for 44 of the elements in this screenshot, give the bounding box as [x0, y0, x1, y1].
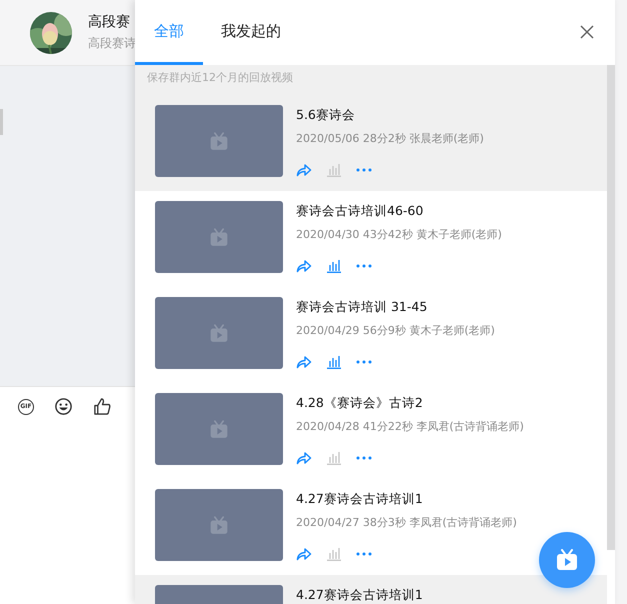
video-meta: 2020/05/06 28分2秒 张晨老师(老师)	[296, 131, 484, 146]
tv-icon	[209, 324, 229, 342]
video-thumbnail[interactable]	[155, 489, 283, 561]
video-item[interactable]: 4.28《赛诗会》古诗2 2020/04/28 41分22秒 李凤君(古诗背诵老师)	[135, 383, 607, 479]
scrollbar[interactable]	[607, 65, 615, 550]
bar-chart-icon[interactable]	[326, 355, 342, 369]
close-icon[interactable]	[579, 24, 595, 40]
share-icon[interactable]	[296, 355, 312, 369]
video-item[interactable]: 4.27赛诗会古诗培训1 2020/04/27 38分3秒 李凤君(古诗背诵老师)	[135, 479, 607, 575]
video-title: 4.27赛诗会古诗培训1	[296, 587, 423, 604]
tv-icon	[209, 228, 229, 246]
video-title: 4.28《赛诗会》古诗2	[296, 395, 424, 412]
chat-title: 高段赛	[88, 13, 131, 31]
video-thumbnail[interactable]	[155, 297, 283, 369]
resize-handle[interactable]	[0, 109, 3, 135]
share-icon[interactable]	[296, 547, 312, 561]
hint-text: 保存群内近12个月的回放视频	[135, 65, 607, 95]
tv-icon	[555, 549, 579, 571]
video-title: 5.6赛诗会	[296, 107, 356, 124]
video-title: 赛诗会古诗培训46-60	[296, 203, 424, 220]
share-icon[interactable]	[296, 451, 312, 465]
video-meta: 2020/04/30 43分42秒 黄木子老师(老师)	[296, 227, 502, 242]
tv-icon	[209, 132, 229, 150]
thumbs-up-icon[interactable]	[93, 397, 112, 416]
emoji-icon[interactable]	[54, 397, 73, 416]
video-title: 赛诗会古诗培训 31-45	[296, 299, 428, 316]
tv-icon	[209, 420, 229, 438]
tab[interactable]: 我发起的	[203, 0, 299, 65]
video-thumbnail[interactable]	[155, 105, 283, 177]
video-meta: 2020/04/27 38分3秒 李凤君(古诗背诵老师)	[296, 515, 517, 530]
tv-icon	[209, 516, 229, 534]
video-item[interactable]: 赛诗会古诗培训 31-45 2020/04/29 56分9秒 黄木子老师(老师)	[135, 287, 607, 383]
video-item[interactable]: 4.27赛诗会古诗培训1	[135, 575, 607, 604]
share-icon[interactable]	[296, 259, 312, 273]
video-item[interactable]: 赛诗会古诗培训46-60 2020/04/30 43分42秒 黄木子老师(老师)	[135, 191, 607, 287]
chat-subtitle: 高段赛诗	[88, 35, 136, 52]
video-meta: 2020/04/29 56分9秒 黄木子老师(老师)	[296, 323, 495, 338]
bar-chart-icon[interactable]	[326, 259, 342, 273]
video-thumbnail[interactable]	[155, 393, 283, 465]
video-thumbnail[interactable]	[155, 201, 283, 273]
video-meta: 2020/04/28 41分22秒 李凤君(古诗背诵老师)	[296, 419, 524, 434]
video-title: 4.27赛诗会古诗培训1	[296, 491, 424, 508]
video-item[interactable]: 5.6赛诗会 2020/05/06 28分2秒 张晨老师(老师)	[135, 95, 607, 191]
share-icon[interactable]	[296, 163, 312, 177]
